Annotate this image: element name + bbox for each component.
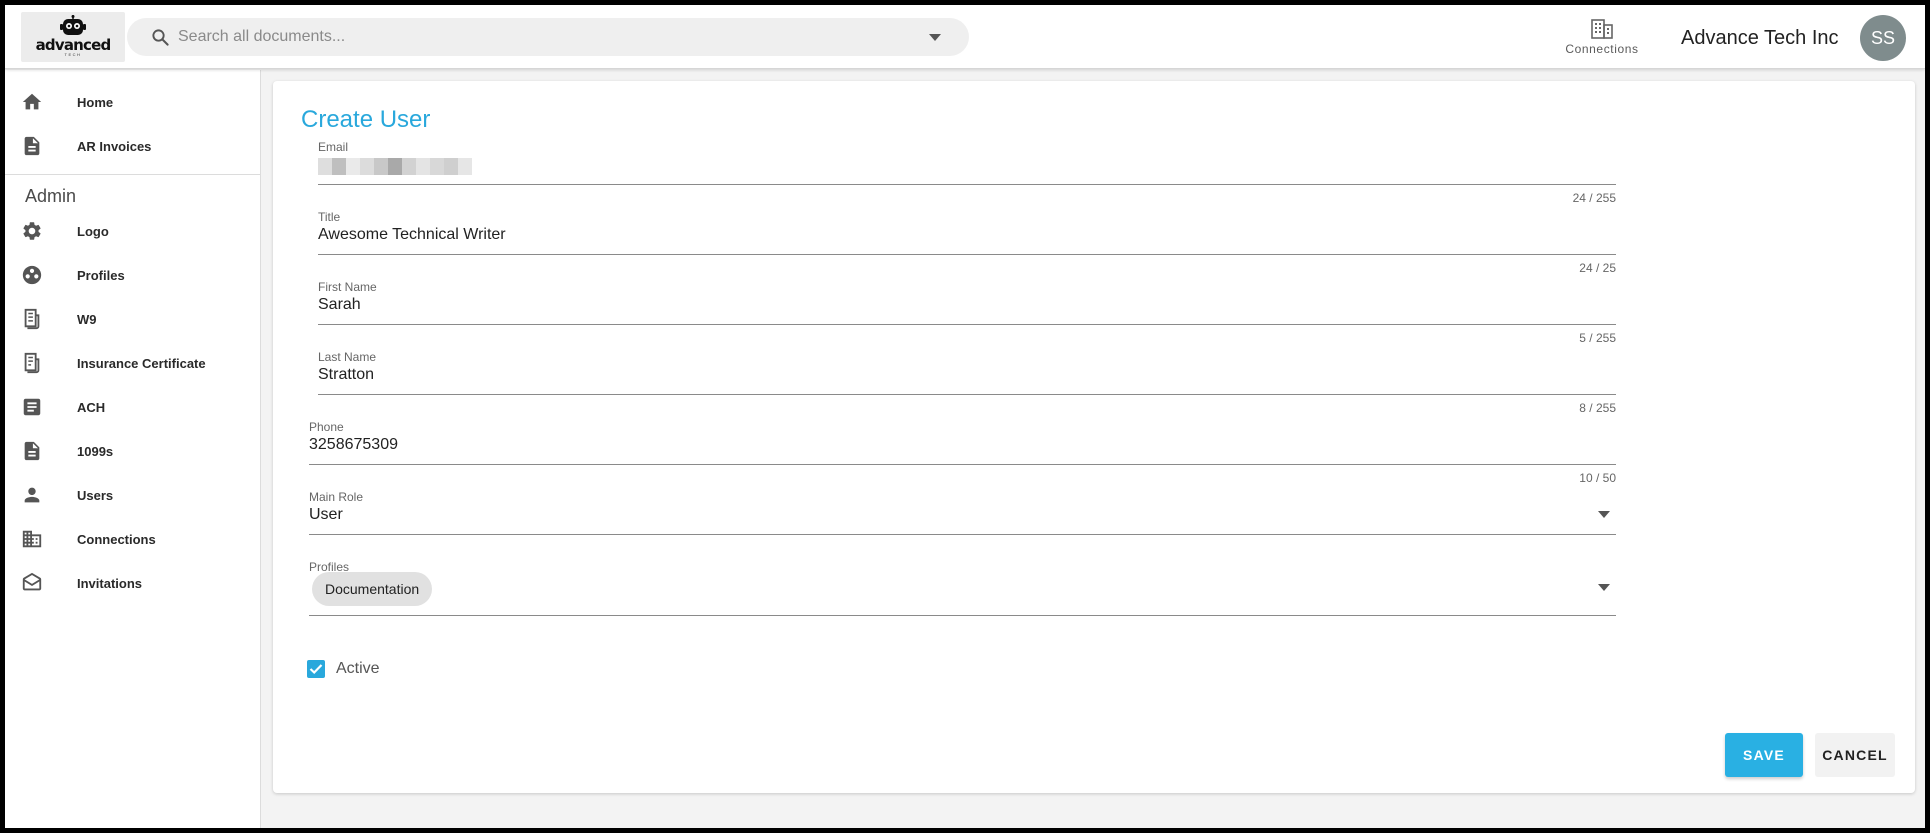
email-redacted-value: [318, 158, 472, 175]
search-icon: [152, 29, 169, 46]
chevron-down-icon[interactable]: [1598, 511, 1610, 518]
sidebar-item-home[interactable]: Home: [5, 82, 260, 122]
sidebar-divider: [5, 174, 260, 175]
phone-value: 3258675309: [309, 436, 398, 453]
search-bar[interactable]: [127, 18, 969, 56]
email-field[interactable]: Email 24 / 255: [318, 140, 1616, 205]
sidebar-item-connections[interactable]: Connections: [5, 519, 260, 559]
search-input[interactable]: [178, 26, 878, 48]
sidebar-item-label: Users: [77, 487, 114, 503]
title-field[interactable]: Title Awesome Technical Writer 24 / 25: [318, 210, 1616, 275]
last-name-underline: [318, 394, 1616, 395]
profiles-select[interactable]: Profiles Documentation: [309, 560, 1616, 618]
sidebar: Home AR Invoices Admin Logo Profiles W9 …: [5, 70, 261, 828]
first-name-value: Sarah: [318, 296, 361, 313]
gear-icon: [23, 222, 41, 240]
sidebar-item-ach[interactable]: ACH: [5, 387, 260, 427]
phone-field[interactable]: Phone 3258675309 10 / 50: [309, 420, 1616, 485]
save-button[interactable]: SAVE: [1725, 733, 1803, 777]
article-icon: [23, 398, 41, 416]
top-app-bar: advanced TECH Connections: [5, 5, 1925, 69]
active-label: Active: [336, 660, 380, 677]
last-name-value: Stratton: [318, 366, 375, 383]
main-role-select[interactable]: Main Role User: [309, 490, 1616, 536]
sidebar-item-w9[interactable]: W9: [5, 299, 260, 339]
first-name-label: First Name: [318, 280, 377, 294]
sidebar-item-label: W9: [77, 311, 97, 327]
connections-button-label: Connections: [1565, 42, 1639, 56]
main-role-value: User: [309, 506, 343, 523]
email-label: Email: [318, 140, 349, 154]
first-name-underline: [318, 324, 1616, 325]
first-name-field[interactable]: First Name Sarah 5 / 255: [318, 280, 1616, 345]
connections-button[interactable]: Connections: [1557, 19, 1647, 59]
sidebar-item-users[interactable]: Users: [5, 475, 260, 515]
sidebar-section-heading: Admin: [25, 186, 77, 206]
form-icon: [24, 308, 40, 330]
phone-label: Phone: [309, 420, 344, 434]
sidebar-item-invitations[interactable]: Invitations: [5, 563, 260, 603]
last-name-label: Last Name: [318, 350, 377, 364]
email-character-counter: 24 / 255: [1572, 191, 1616, 205]
profiles-underline: [309, 615, 1616, 616]
logo-subtext: TECH: [64, 52, 82, 57]
create-user-card: Create User Email 24 / 255 Title Awesome…: [273, 81, 1915, 793]
phone-underline: [309, 464, 1616, 465]
building-icon: [1591, 19, 1613, 39]
title-underline: [318, 254, 1616, 255]
document-icon: [24, 441, 40, 461]
sidebar-item-label: Home: [77, 94, 114, 110]
title-character-counter: 24 / 25: [1579, 261, 1616, 275]
document-icon: [24, 136, 40, 156]
company-logo[interactable]: advanced TECH: [21, 12, 125, 62]
title-label: Title: [318, 210, 341, 224]
sidebar-item-label: Logo: [77, 223, 109, 239]
active-checkbox[interactable]: [307, 660, 325, 678]
envelope-open-icon: [22, 572, 42, 591]
app-window: advanced TECH Connections: [5, 5, 1925, 828]
sidebar-item-insurance-certificate[interactable]: Insurance Certificate: [5, 343, 260, 383]
phone-character-counter: 10 / 50: [1579, 471, 1616, 485]
chevron-down-icon[interactable]: [1598, 584, 1610, 591]
robot-logo-icon: [60, 15, 86, 35]
sidebar-item-logo[interactable]: Logo: [5, 211, 260, 251]
sidebar-item-label: ACH: [77, 399, 106, 415]
sidebar-item-label: AR Invoices: [77, 138, 152, 154]
email-underline: [318, 184, 1616, 185]
sidebar-item-label: Profiles: [77, 267, 125, 283]
profiles-icon: [22, 265, 42, 285]
sidebar-item-label: 1099s: [77, 443, 114, 459]
cancel-button[interactable]: CANCEL: [1815, 733, 1895, 777]
last-name-character-counter: 8 / 255: [1579, 401, 1616, 415]
building-icon: [22, 530, 42, 548]
sidebar-item-ar-invoices[interactable]: AR Invoices: [5, 126, 260, 166]
sidebar-item-profiles[interactable]: Profiles: [5, 255, 260, 295]
page-title: Create User: [301, 106, 431, 133]
main-role-underline: [309, 534, 1616, 535]
logo-wordmark: advanced: [35, 36, 112, 54]
sidebar-item-label: Invitations: [77, 575, 143, 591]
organization-name: Advance Tech Inc: [1681, 27, 1839, 49]
chevron-down-icon[interactable]: [929, 34, 941, 41]
last-name-field[interactable]: Last Name Stratton 8 / 255: [318, 350, 1616, 415]
home-icon: [22, 93, 42, 110]
profile-chip-documentation[interactable]: Documentation: [312, 572, 433, 606]
checkmark-icon: [309, 664, 323, 675]
first-name-character-counter: 5 / 255: [1579, 331, 1616, 345]
sidebar-item-label: Connections: [77, 531, 156, 547]
user-avatar[interactable]: SS: [1860, 15, 1906, 61]
main-role-label: Main Role: [309, 490, 364, 504]
certificate-icon: [24, 352, 40, 374]
person-icon: [24, 487, 40, 503]
sidebar-item-1099s[interactable]: 1099s: [5, 431, 260, 471]
title-value: Awesome Technical Writer: [318, 226, 506, 243]
sidebar-item-label: Insurance Certificate: [77, 355, 206, 371]
